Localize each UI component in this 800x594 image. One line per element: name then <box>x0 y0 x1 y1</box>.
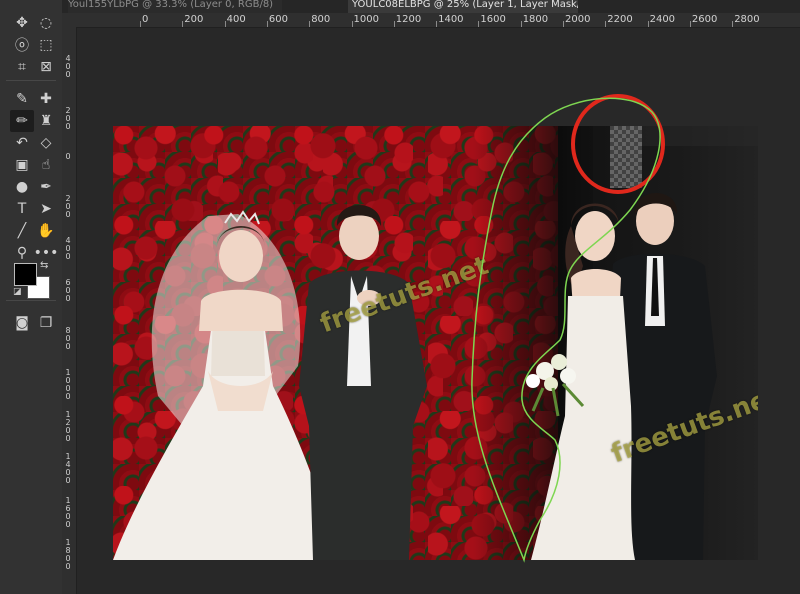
ruler-tick <box>436 21 438 27</box>
foreground-color-swatch[interactable] <box>14 263 37 286</box>
ruler-tick <box>140 21 141 27</box>
ruler-label: 2400 <box>649 14 676 25</box>
ruler-label: 1000 <box>353 14 379 25</box>
ruler-tick <box>520 21 522 27</box>
ruler-label: 8 0 0 <box>65 326 71 351</box>
ruler-tick <box>182 21 184 27</box>
ruler-label: 0 <box>142 14 149 25</box>
ruler-label: 2600 <box>691 14 718 25</box>
ruler-tick <box>647 21 649 27</box>
document-image[interactable]: freetuts.net freetuts.net freetuts.net <box>113 126 758 560</box>
document-tab-bar: Youl155YLbPG @ 33.3% (Layer 0, RGB/8) × Y… <box>62 0 800 13</box>
healing-tool-icon[interactable]: ✚ <box>34 88 58 110</box>
marquee-tool-icon[interactable]: ◌ <box>34 12 58 34</box>
ruler-label: 1600 <box>480 14 506 25</box>
ruler-label: 2200 <box>607 14 633 25</box>
eyedropper-tool-icon[interactable]: ✎ <box>10 88 34 110</box>
ruler-tick <box>266 21 268 27</box>
ruler-tick <box>309 21 311 27</box>
lasso-tool-icon[interactable]: ⓞ <box>10 34 34 56</box>
pen-tool-icon[interactable]: ✒ <box>34 176 58 198</box>
couple-right <box>526 193 717 560</box>
ruler-tick <box>563 21 564 27</box>
quick-select-tool-icon[interactable]: ⬚ <box>34 34 58 56</box>
close-icon[interactable]: × <box>281 0 282 10</box>
smudge-tool-icon[interactable]: ☝ <box>34 154 58 176</box>
stamp-tool-icon[interactable]: ♜ <box>34 110 58 132</box>
ruler-tick <box>478 21 480 27</box>
ruler-label: 0 <box>65 152 71 161</box>
active-document-tab[interactable]: YOULC08ELBPG @ 25% (Layer 1, Layer Mask/… <box>348 0 578 13</box>
frame-tool-icon[interactable]: ⊠ <box>34 56 58 78</box>
ruler-label: 2800 <box>734 14 760 25</box>
ruler-label: 1 0 0 0 <box>65 368 71 401</box>
tab-title: Youl155YLbPG @ 33.3% (Layer 0, RGB/8) <box>68 0 274 10</box>
ruler-label: 1 4 0 0 <box>65 452 71 485</box>
ruler-label: 4 0 0 <box>65 54 71 79</box>
zoom-tool-icon[interactable]: ⚲ <box>10 242 34 264</box>
ruler-tick <box>351 21 353 27</box>
ruler-label: 1 6 0 0 <box>65 496 71 529</box>
path-select-tool-icon[interactable]: ➤ <box>34 198 58 220</box>
ruler-tick <box>393 21 395 27</box>
history-brush-tool-icon[interactable]: ↶ <box>10 132 34 154</box>
ruler-label: 1800 <box>522 14 549 25</box>
ruler-label: 1 8 0 0 <box>65 538 71 571</box>
ruler-label: 1200 <box>395 14 422 25</box>
default-colors-icon[interactable]: ◪ <box>13 287 22 297</box>
gradient-tool-icon[interactable]: ▣ <box>10 154 34 176</box>
dodge-tool-icon[interactable]: ● <box>10 176 34 198</box>
ruler-label: 2000 <box>565 14 591 25</box>
tools-panel: ⇆ ◪ ✥ ◌ ⓞ ⬚ ⌗ ⊠ ✎ ✚ ✏ ♜ ↶ ◇ ▣ ☝ ● ✒ T ➤ ╱ ✋ ⚲ ••• ◙ ❐ <box>0 0 62 594</box>
screen-mode-tool-icon[interactable]: ❐ <box>34 312 58 334</box>
vertical-ruler: 4 0 0 2 0 0 0 2 0 0 4 0 0 6 0 0 8 0 0 1 0 0 0 1 … <box>62 27 77 594</box>
ruler-tick <box>689 21 691 27</box>
toolbar-divider <box>6 300 56 301</box>
ruler-label: 600 <box>268 14 288 25</box>
ruler-tick <box>732 21 734 27</box>
ruler-label: 1 2 0 0 <box>65 410 71 443</box>
ruler-label: 2 0 0 <box>65 194 71 219</box>
tab-title: YOULC08ELBPG @ 25% (Layer 1, Layer Mask/… <box>352 0 578 10</box>
ruler-label: 200 <box>184 14 204 25</box>
move-tool-icon[interactable]: ✥ <box>10 12 34 34</box>
brush-tool-icon[interactable]: ✏ <box>10 110 34 132</box>
crop-tool-icon[interactable]: ⌗ <box>10 56 34 78</box>
document-tab[interactable]: Youl155YLbPG @ 33.3% (Layer 0, RGB/8) × <box>68 0 282 13</box>
more-tools-icon[interactable]: ••• <box>34 242 59 264</box>
hand-tool-icon[interactable]: ✋ <box>34 220 58 242</box>
quick-mask-tool-icon[interactable]: ◙ <box>10 312 34 334</box>
type-tool-icon[interactable]: T <box>10 198 34 220</box>
ruler-label: 400 <box>226 14 246 25</box>
ruler-tick <box>224 21 226 27</box>
ruler-label: 4 0 0 <box>65 236 71 261</box>
toolbar-divider <box>6 80 56 81</box>
horizontal-ruler: 0 200 400 600 800 1000 1200 1400 1600 1800 2000 220… <box>62 13 800 28</box>
ruler-label: 1400 <box>438 14 464 25</box>
ruler-label: 800 <box>311 14 331 25</box>
eraser-tool-icon[interactable]: ◇ <box>34 132 58 154</box>
line-tool-icon[interactable]: ╱ <box>10 220 34 242</box>
ruler-label: 6 0 0 <box>65 278 71 303</box>
ruler-tick <box>605 21 607 27</box>
ruler-label: 2 0 0 <box>65 106 71 131</box>
